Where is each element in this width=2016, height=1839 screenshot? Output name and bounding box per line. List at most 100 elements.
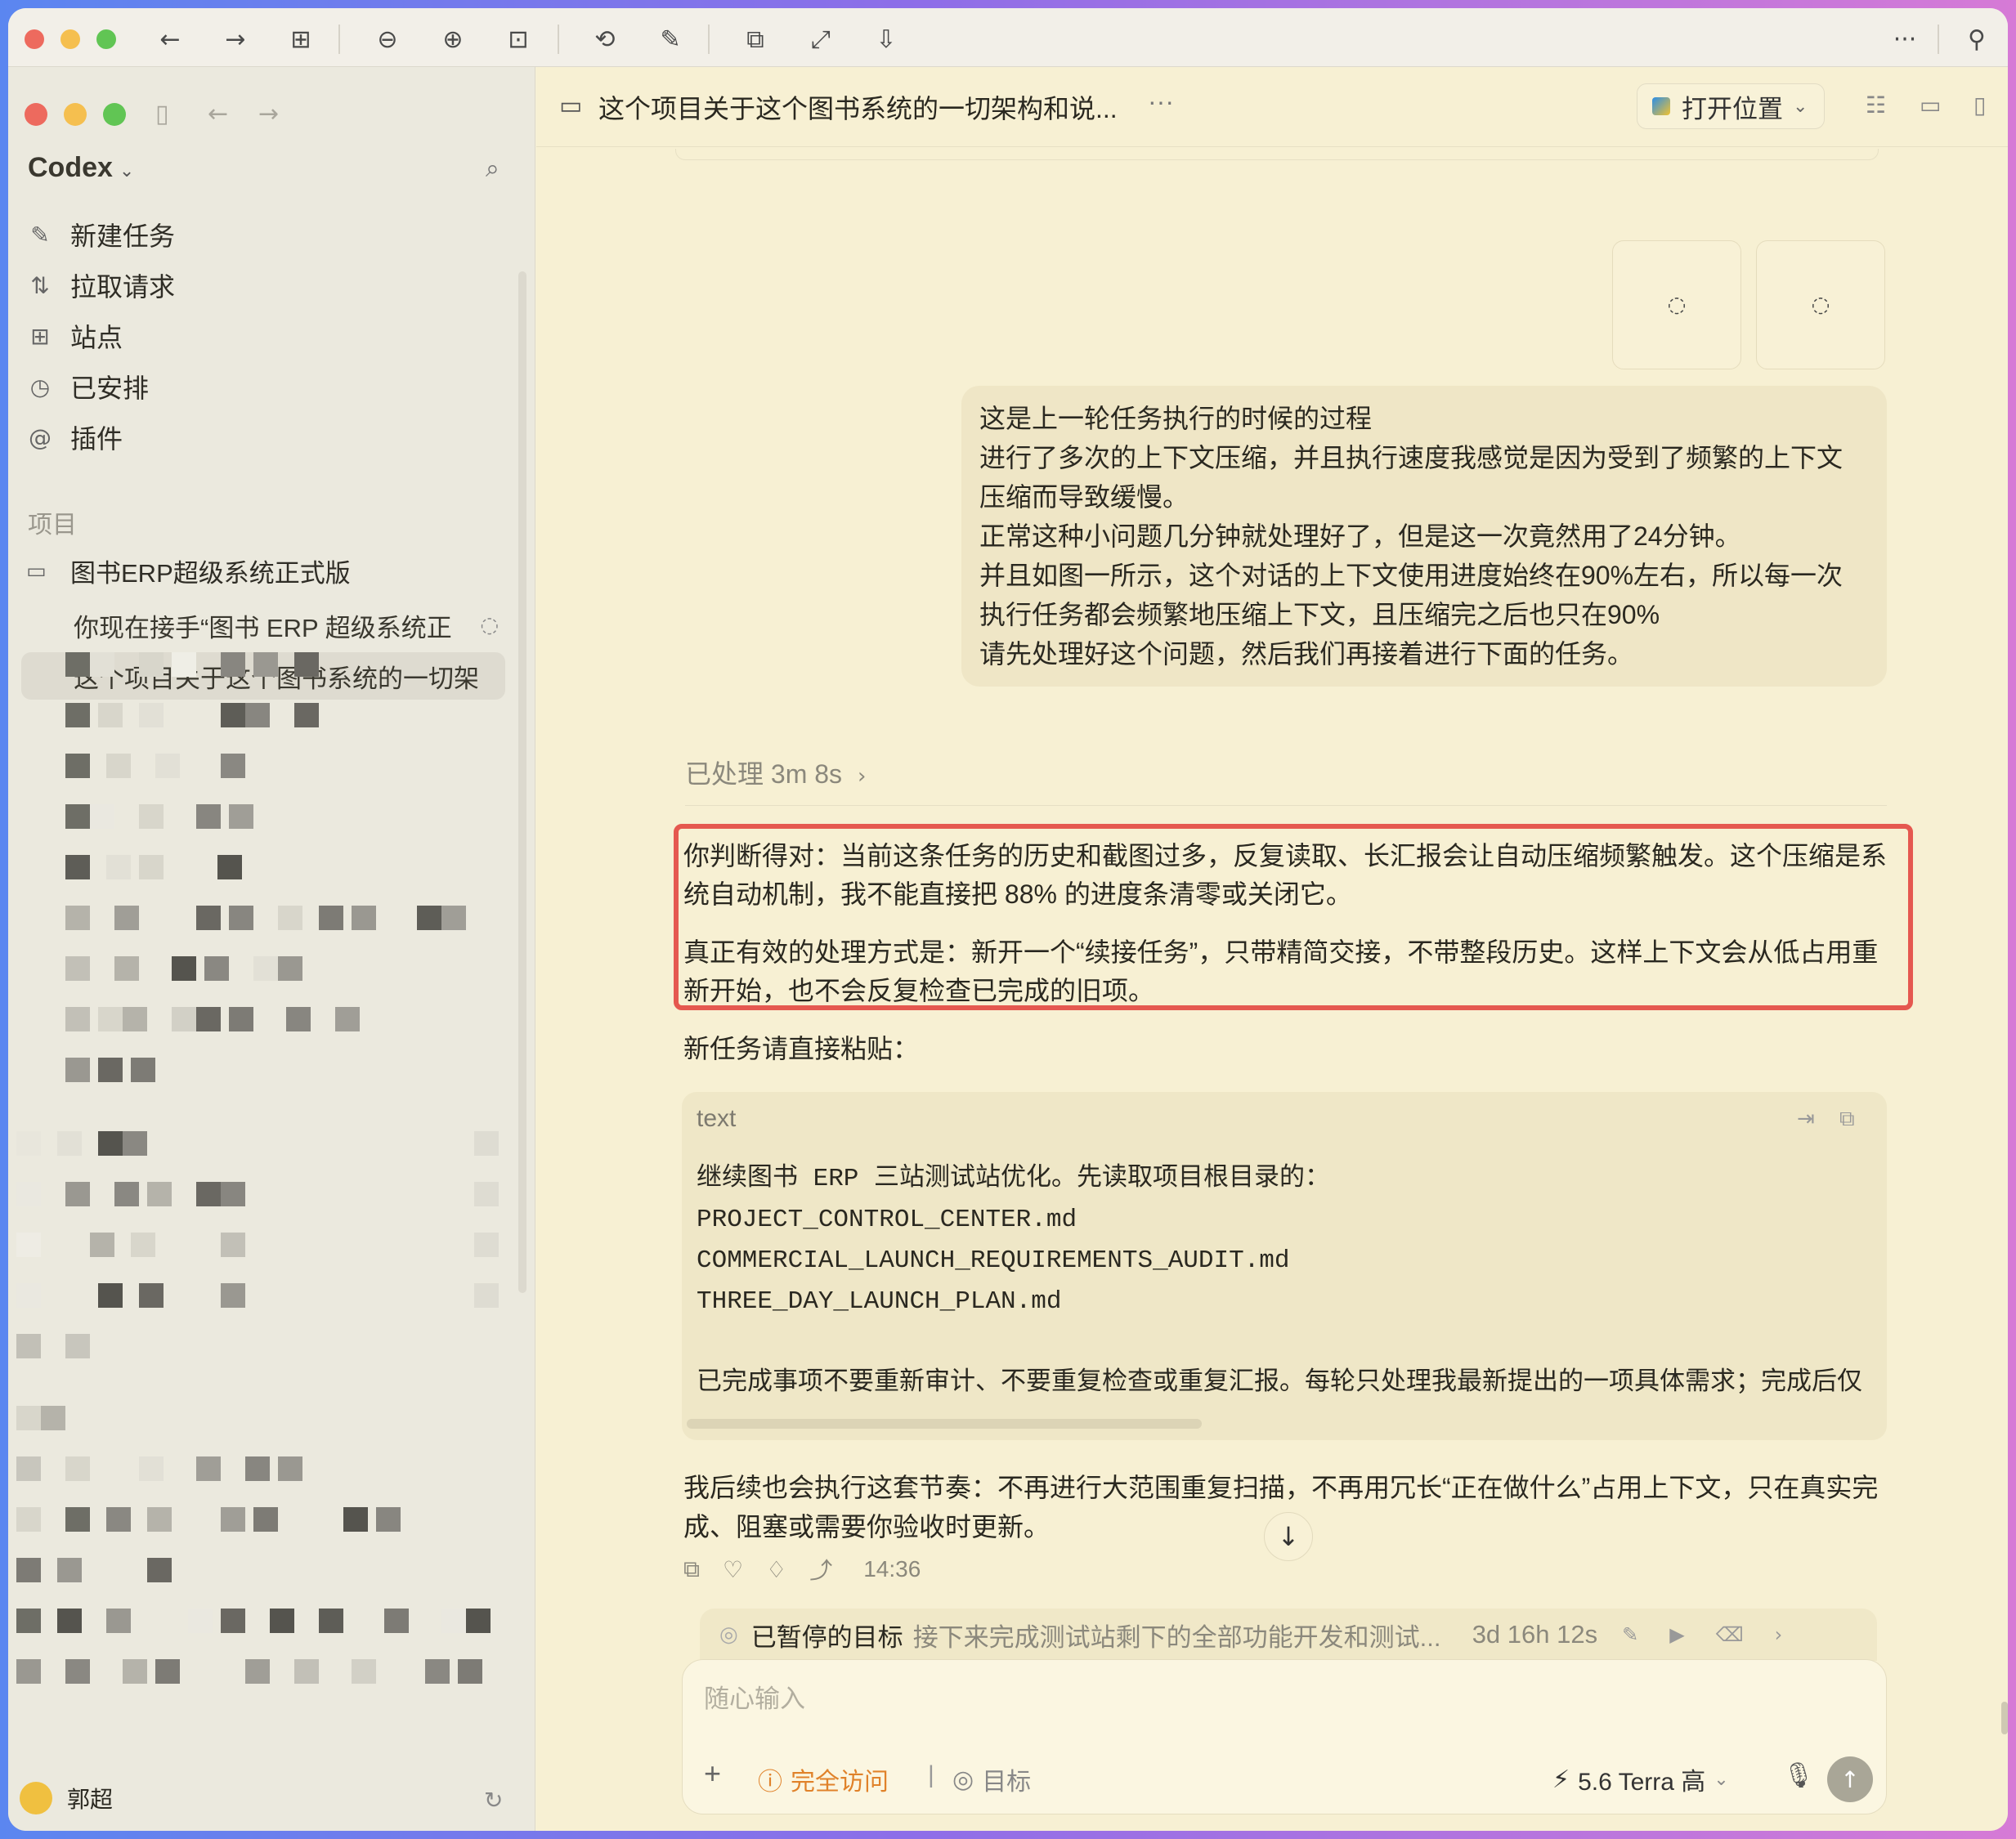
close-app-button[interactable]	[25, 103, 47, 126]
wrap-icon[interactable]: ⇥	[1797, 1107, 1815, 1131]
rotate-icon[interactable]: ⟲	[585, 20, 625, 59]
paused-goal-bar[interactable]: ◎ 已暂停的目标 接下来完成测试站剩下的全部功能开发和测试... 3d 16h …	[700, 1609, 1877, 1661]
microphone-icon[interactable]: 🎙	[1783, 1761, 1814, 1790]
trash-icon[interactable]: ⌫	[1716, 1623, 1744, 1646]
image-attachment-thumbnail[interactable]: ◌	[1756, 240, 1885, 369]
sidebar-toggle-icon[interactable]: ▯	[155, 100, 169, 128]
code-line: THREE_DAY_LAUNCH_PLAN.md	[697, 1287, 1062, 1316]
main-scrollbar[interactable]	[2001, 1702, 2008, 1734]
actual-size-icon[interactable]: ⊡	[499, 20, 538, 59]
panel-toggle-icon[interactable]: ▯	[1973, 92, 1986, 119]
project-item[interactable]: ▭ 图书ERP超级系统正式版	[26, 553, 351, 589]
copy-icon[interactable]: ⧉	[1839, 1107, 1855, 1132]
thread-item[interactable]: 你现在接手“图书 ERP 超级系统正 ◌	[21, 602, 505, 649]
chevron-left-icon[interactable]: ←	[150, 20, 190, 59]
redaction-block	[114, 956, 139, 981]
share-icon[interactable]: ⇩	[867, 20, 906, 59]
model-selector[interactable]: ⚡ 5.6 Terra 高 ⌄	[1552, 1761, 1737, 1797]
copy-icon[interactable]: ⧉	[683, 1555, 700, 1583]
redaction-block	[294, 703, 319, 727]
chevron-down-icon: ⌄	[119, 160, 135, 181]
sidebar-item-pull-requests[interactable]: ⇅ 拉取请求	[26, 265, 175, 306]
chevron-down-icon: ⌄	[1714, 1769, 1729, 1790]
more-icon[interactable]: ···	[1885, 20, 1924, 59]
divider	[685, 805, 1887, 806]
processed-duration-toggle[interactable]: 已处理 3m 8s ›	[685, 754, 866, 791]
zoom-window-button[interactable]	[96, 29, 116, 49]
sidebar-item-scheduled[interactable]: ◷ 已安排	[26, 366, 149, 407]
account-button[interactable]: 郭超	[20, 1782, 113, 1814]
loading-icon: ◌	[1811, 293, 1830, 317]
sidebar-item-label: 站点	[70, 323, 123, 352]
code-horizontal-scrollbar[interactable]	[687, 1419, 1202, 1429]
redaction-block	[155, 754, 180, 778]
minimize-app-button[interactable]	[64, 103, 87, 126]
redaction-block	[139, 1456, 164, 1481]
diff-icon[interactable]: ☷	[1866, 92, 1886, 119]
access-mode-button[interactable]: ⓘ 完全访问	[758, 1761, 889, 1797]
scroll-to-bottom-button[interactable]: ↓	[1264, 1512, 1313, 1561]
redaction-block	[172, 652, 196, 677]
redaction-block	[16, 1233, 41, 1257]
redaction-block	[278, 906, 302, 930]
forward-icon[interactable]: →	[258, 100, 279, 128]
goal-description: 接下来完成测试站剩下的全部功能开发和测试...	[912, 1622, 1441, 1652]
redaction-block	[155, 1659, 180, 1684]
pin-icon[interactable]: ⚲	[1957, 20, 1996, 59]
processed-label: 已处理 3m 8s	[685, 759, 843, 789]
more-icon[interactable]: ···	[1148, 87, 1174, 117]
crop-icon[interactable]: ⧉	[736, 20, 775, 59]
divider: |	[928, 1761, 934, 1788]
redaction-block	[131, 1233, 155, 1257]
back-icon[interactable]: ←	[208, 100, 228, 128]
redaction-block	[352, 906, 376, 930]
redaction-block	[229, 1007, 253, 1031]
sidebar-item-label: 新建任务	[70, 221, 176, 251]
redaction-block	[65, 956, 90, 981]
app-switcher[interactable]: Codex ⌄	[28, 152, 134, 184]
fork-icon[interactable]: ⤴	[809, 1553, 832, 1586]
redaction-block	[384, 1609, 409, 1633]
terminal-icon[interactable]: ▭	[1920, 92, 1941, 119]
close-window-button[interactable]	[25, 29, 44, 49]
sidebar-item-plugins[interactable]: @ 插件	[26, 417, 123, 458]
redaction-block	[106, 754, 131, 778]
redaction-block	[425, 1659, 450, 1684]
redaction-block	[139, 1283, 164, 1308]
thumbs-up-icon[interactable]: ♡	[723, 1556, 743, 1583]
update-icon[interactable]: ↻	[484, 1787, 503, 1814]
open-location-label: 打开位置	[1682, 94, 1783, 123]
thumbs-down-icon[interactable]: ♢	[766, 1556, 786, 1583]
redaction-block	[441, 906, 466, 930]
resume-icon[interactable]: ▶	[1669, 1623, 1684, 1646]
zoom-in-icon[interactable]: ⊕	[433, 20, 473, 59]
message-input[interactable]: 随心输入	[704, 1678, 805, 1715]
image-attachment-thumbnail[interactable]: ◌	[1612, 240, 1741, 369]
redaction-block	[139, 652, 164, 677]
open-location-button[interactable]: 打开位置 ⌄	[1637, 83, 1825, 129]
add-attachment-button[interactable]: +	[704, 1756, 721, 1791]
zoom-app-button[interactable]	[103, 103, 126, 126]
response-paragraph: 成、阻塞或需要你验收时更新。	[683, 1512, 1051, 1541]
chevron-right-icon[interactable]: ›	[1775, 1623, 1783, 1646]
goal-button[interactable]: ◎ 目标	[952, 1761, 1031, 1797]
fit-icon[interactable]: ⤢	[801, 20, 840, 59]
zoom-out-icon[interactable]: ⊖	[368, 20, 407, 59]
redaction-block	[229, 906, 253, 930]
redaction-block	[98, 1058, 123, 1082]
sidebar-item-new-task[interactable]: ✎ 新建任务	[26, 214, 175, 255]
redaction-block	[57, 1131, 82, 1156]
chevron-right-icon[interactable]: →	[216, 20, 255, 59]
search-icon[interactable]: ⌕	[486, 155, 500, 183]
sidebar-scrollbar[interactable]	[518, 271, 526, 1293]
sidebar-item-sites[interactable]: ⊞ 站点	[26, 315, 123, 356]
message-timestamp: 14:36	[863, 1556, 921, 1582]
redaction-block	[65, 754, 90, 778]
markup-icon[interactable]: ✎	[651, 20, 690, 59]
edit-icon[interactable]: ✎	[1622, 1623, 1638, 1646]
redaction-block	[16, 1334, 41, 1358]
send-button[interactable]: ↑	[1827, 1756, 1873, 1802]
minimize-window-button[interactable]	[60, 29, 80, 49]
grid-icon[interactable]: ⊞	[281, 20, 320, 59]
